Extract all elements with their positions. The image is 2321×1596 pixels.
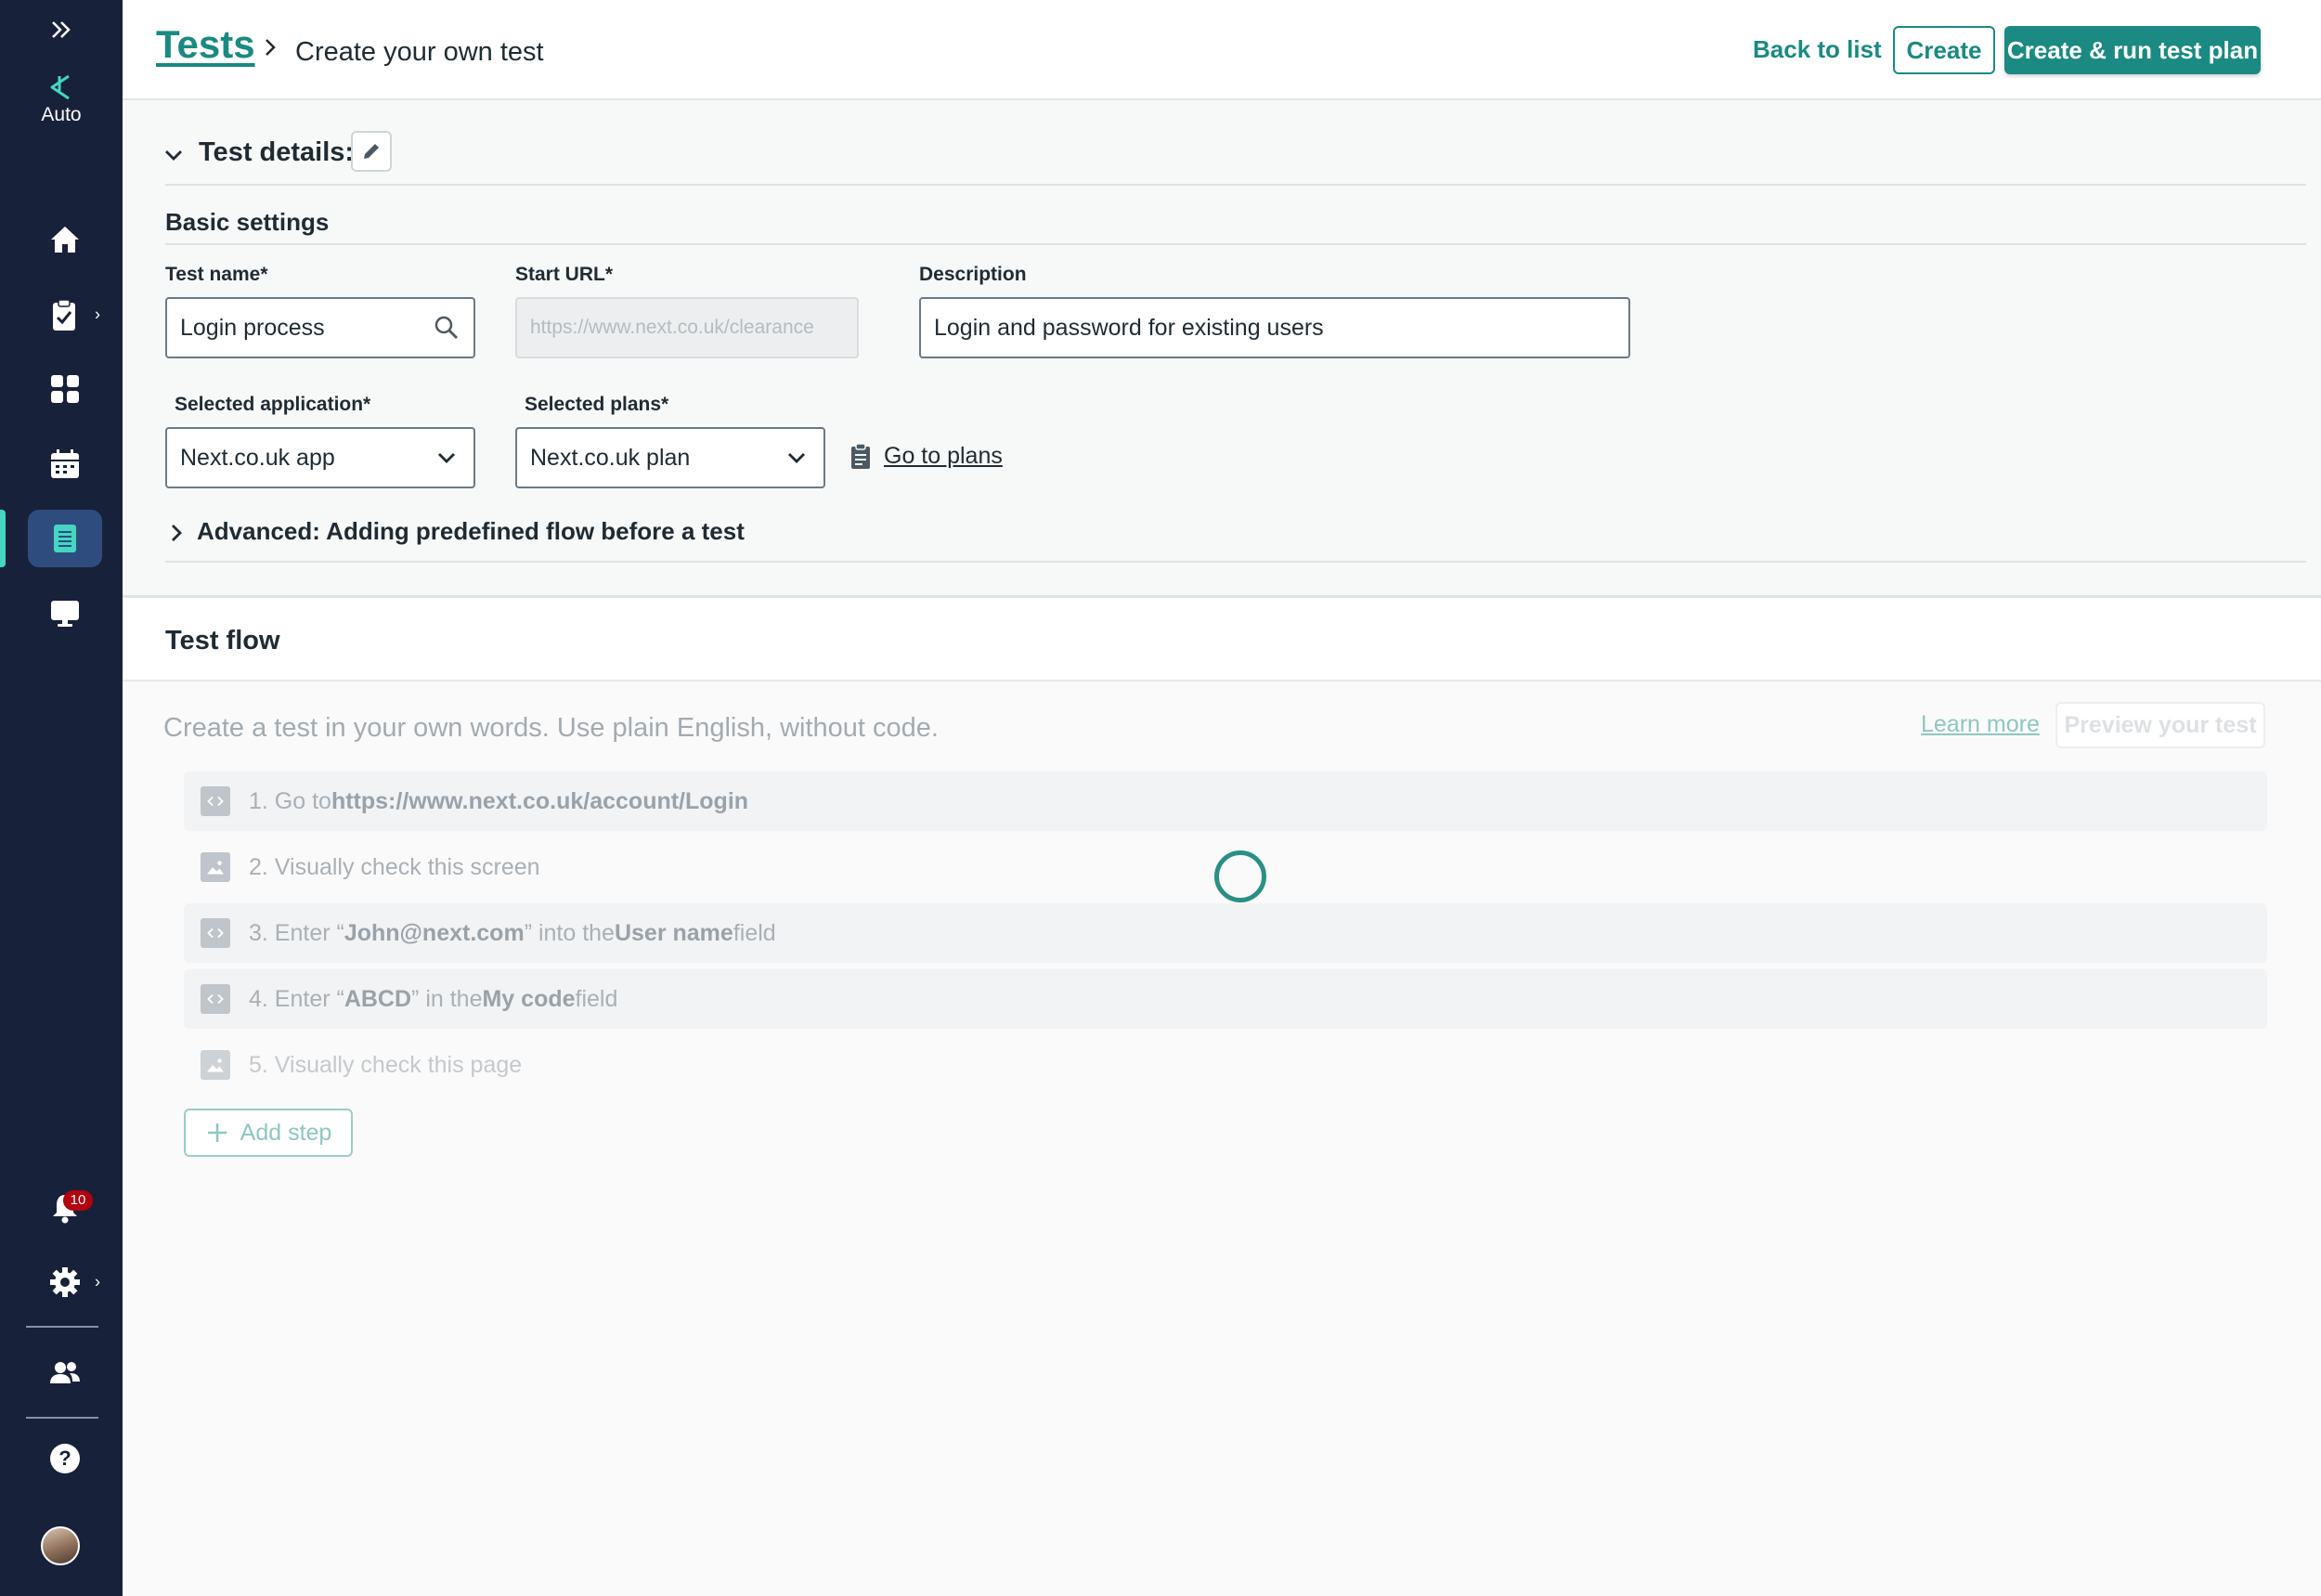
chevron-down-icon bbox=[438, 453, 455, 463]
flow-hint-text: Create a test in your own words. Use pla… bbox=[163, 713, 939, 743]
page-header: Tests Create your own test Back to list … bbox=[123, 0, 2321, 100]
chevron-right-icon: › bbox=[95, 1272, 100, 1291]
breadcrumb-tests-link[interactable]: Tests bbox=[156, 22, 255, 67]
application-label: Selected application* bbox=[175, 394, 371, 415]
users-icon bbox=[50, 1362, 80, 1383]
test-name-value: Login process bbox=[180, 314, 325, 341]
test-flow-header: Test flow bbox=[123, 598, 2321, 681]
description-input[interactable]: Login and password for existing users bbox=[919, 297, 1630, 358]
search-icon bbox=[434, 316, 458, 339]
sidebar-item-home[interactable] bbox=[28, 211, 102, 268]
avatar[interactable] bbox=[41, 1526, 80, 1565]
description-label: Description bbox=[919, 264, 1027, 285]
plus-icon bbox=[207, 1123, 227, 1142]
start-url-label: Start URL* bbox=[515, 264, 614, 285]
expand-sidebar-icon[interactable] bbox=[46, 15, 76, 45]
test-flow-editor: Create a test in your own words. Use pla… bbox=[123, 681, 2321, 1596]
start-url-input: https://www.next.co.uk/clearance bbox=[515, 297, 859, 358]
monitor-icon bbox=[51, 601, 79, 627]
sidebar-item-tasks[interactable]: › bbox=[28, 286, 102, 344]
clipboard-check-icon bbox=[53, 299, 75, 331]
code-icon bbox=[201, 984, 230, 1014]
application-select[interactable]: Next.co.uk app bbox=[165, 427, 475, 488]
test-step[interactable]: 5. Visually check this page bbox=[184, 1035, 2267, 1095]
collapse-details-icon[interactable] bbox=[162, 143, 186, 167]
help-icon: ? bbox=[50, 1444, 80, 1473]
plans-label: Selected plans* bbox=[525, 394, 669, 415]
code-icon bbox=[201, 918, 230, 948]
back-to-list-link[interactable]: Back to list bbox=[1753, 35, 1882, 64]
test-details-title: Test details: bbox=[199, 137, 355, 167]
test-name-input[interactable]: Login process bbox=[165, 297, 475, 358]
plans-select[interactable]: Next.co.uk plan bbox=[515, 427, 825, 488]
sidebar-item-settings[interactable]: › bbox=[28, 1253, 102, 1311]
plans-value: Next.co.uk plan bbox=[530, 444, 691, 471]
clipboard-icon bbox=[851, 443, 870, 469]
sidebar-item-monitor[interactable] bbox=[28, 584, 102, 642]
logo-label: Auto bbox=[41, 104, 82, 125]
image-icon bbox=[201, 852, 230, 882]
sidebar-divider bbox=[26, 1417, 98, 1419]
test-step[interactable]: 3. Enter “John@next.com” into the User n… bbox=[184, 903, 2267, 963]
loading-spinner bbox=[1214, 850, 1266, 902]
sidebar-item-notifications[interactable] bbox=[28, 1179, 102, 1237]
gear-icon bbox=[50, 1267, 80, 1297]
test-name-label: Test name* bbox=[165, 264, 268, 285]
sidebar-item-tests[interactable] bbox=[28, 510, 102, 567]
preview-test-button[interactable]: Preview your test bbox=[2055, 702, 2265, 748]
document-list-icon bbox=[54, 525, 76, 552]
sidebar-item-calendar[interactable] bbox=[28, 435, 102, 493]
add-step-button[interactable]: Add step bbox=[184, 1109, 353, 1157]
chevron-down-icon bbox=[788, 453, 805, 463]
dashboard-icon bbox=[51, 375, 79, 403]
code-icon bbox=[201, 786, 230, 816]
application-value: Next.co.uk app bbox=[180, 444, 335, 471]
home-icon bbox=[51, 227, 79, 253]
start-url-value: https://www.next.co.uk/clearance bbox=[530, 317, 814, 338]
active-indicator bbox=[0, 510, 6, 567]
sidebar-item-dashboard[interactable] bbox=[28, 360, 102, 418]
divider bbox=[165, 561, 2306, 563]
create-and-run-button[interactable]: Create & run test plan bbox=[2004, 26, 2261, 74]
page-title: Create your own test bbox=[295, 37, 544, 67]
expand-advanced-icon[interactable] bbox=[165, 522, 188, 544]
svg-text:?: ? bbox=[58, 1447, 71, 1470]
test-flow-title: Test flow bbox=[165, 626, 280, 655]
chevron-right-icon: › bbox=[95, 305, 100, 324]
basic-settings-heading: Basic settings bbox=[165, 208, 330, 236]
edit-details-button[interactable] bbox=[351, 131, 392, 172]
divider bbox=[165, 243, 2306, 245]
add-step-label: Add step bbox=[240, 1119, 332, 1146]
notification-badge: 10 bbox=[63, 1190, 93, 1211]
image-icon bbox=[201, 1050, 230, 1080]
sidebar-divider bbox=[26, 1326, 98, 1328]
test-step[interactable]: 4. Enter “ABCD” in the My code field bbox=[184, 969, 2267, 1029]
go-to-plans-link[interactable]: Go to plans bbox=[847, 442, 1003, 470]
test-details-panel: Test details: Basic settings Test name* … bbox=[123, 100, 2321, 598]
logo-icon bbox=[41, 69, 78, 106]
divider bbox=[165, 184, 2306, 186]
test-step[interactable]: 1. Go to https://www.next.co.uk/account/… bbox=[184, 772, 2267, 831]
create-button[interactable]: Create bbox=[1893, 26, 1995, 74]
description-value: Login and password for existing users bbox=[934, 314, 1324, 341]
breadcrumb-separator-icon bbox=[258, 35, 282, 59]
sidebar: Auto › 10 › ? bbox=[0, 0, 123, 1596]
sidebar-item-help[interactable]: ? bbox=[28, 1430, 102, 1487]
advanced-section-toggle[interactable]: Advanced: Adding predefined flow before … bbox=[197, 517, 745, 546]
go-to-plans-label: Go to plans bbox=[884, 442, 1003, 469]
calendar-icon bbox=[51, 449, 79, 478]
learn-more-link[interactable]: Learn more bbox=[1921, 711, 2040, 738]
sidebar-item-users[interactable] bbox=[28, 1344, 102, 1402]
pencil-icon bbox=[364, 144, 379, 159]
